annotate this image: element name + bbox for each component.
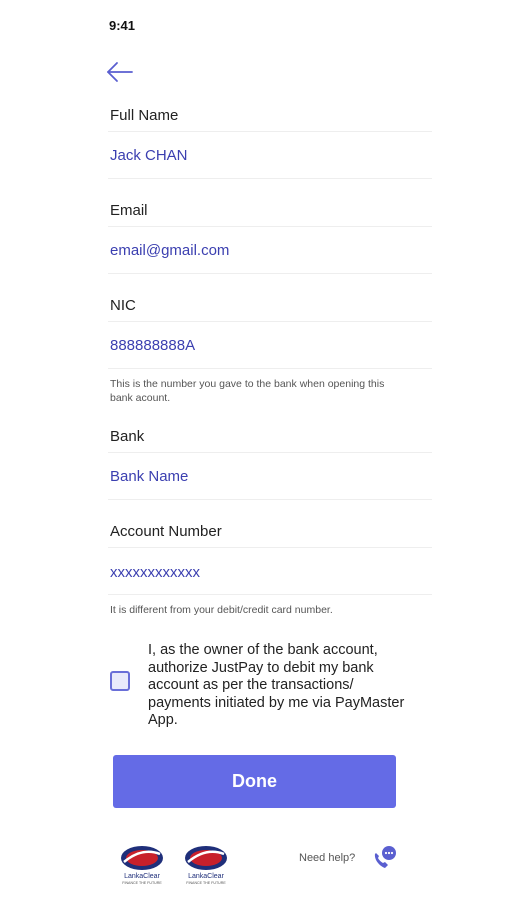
svg-text:LankaClear: LankaClear <box>124 873 160 880</box>
divider <box>108 547 432 548</box>
consent-row: I, as the owner of the bank account, aut… <box>110 642 440 732</box>
lankaclear-logo: LankaClear FINANCE THE FUTURE <box>118 843 166 887</box>
arrow-left-icon <box>107 62 133 82</box>
nic-field[interactable]: 888888888A <box>110 337 195 354</box>
bank-label: Bank <box>110 428 145 445</box>
account-number-field[interactable]: xxxxxxxxxxxx <box>110 564 200 581</box>
consent-checkbox[interactable] <box>110 671 130 691</box>
nic-label: NIC <box>110 297 136 314</box>
email-label: Email <box>110 202 148 219</box>
svg-text:FINANCE THE FUTURE: FINANCE THE FUTURE <box>186 881 226 885</box>
bank-field[interactable]: Bank Name <box>110 468 188 485</box>
back-button[interactable] <box>104 60 136 84</box>
phone-chat-icon[interactable] <box>370 845 398 873</box>
done-button[interactable]: Done <box>113 755 396 808</box>
status-time: 9:41 <box>109 18 136 33</box>
lankaclear-logo: LankaClear FINANCE THE FUTURE <box>182 843 230 887</box>
svg-text:LankaClear: LankaClear <box>188 873 224 880</box>
full-name-field[interactable]: Jack CHAN <box>110 147 188 164</box>
divider <box>108 321 432 322</box>
divider <box>108 368 432 369</box>
full-name-label: Full Name <box>110 107 179 124</box>
divider <box>108 499 432 500</box>
divider <box>108 131 432 132</box>
consent-text: I, as the owner of the bank account, aut… <box>148 642 405 728</box>
divider <box>108 594 432 595</box>
svg-text:FINANCE THE FUTURE: FINANCE THE FUTURE <box>122 881 162 885</box>
divider <box>108 226 432 227</box>
divider <box>108 452 432 453</box>
email-field[interactable]: email@gmail.com <box>110 242 229 259</box>
nic-helper-text: This is the number you gave to the bank … <box>110 378 385 404</box>
divider <box>108 273 432 274</box>
need-help-link[interactable]: Need help? <box>299 852 355 864</box>
account-number-label: Account Number <box>110 523 222 540</box>
divider <box>108 178 432 179</box>
account-helper-text: It is different from your debit/credit c… <box>110 604 333 616</box>
